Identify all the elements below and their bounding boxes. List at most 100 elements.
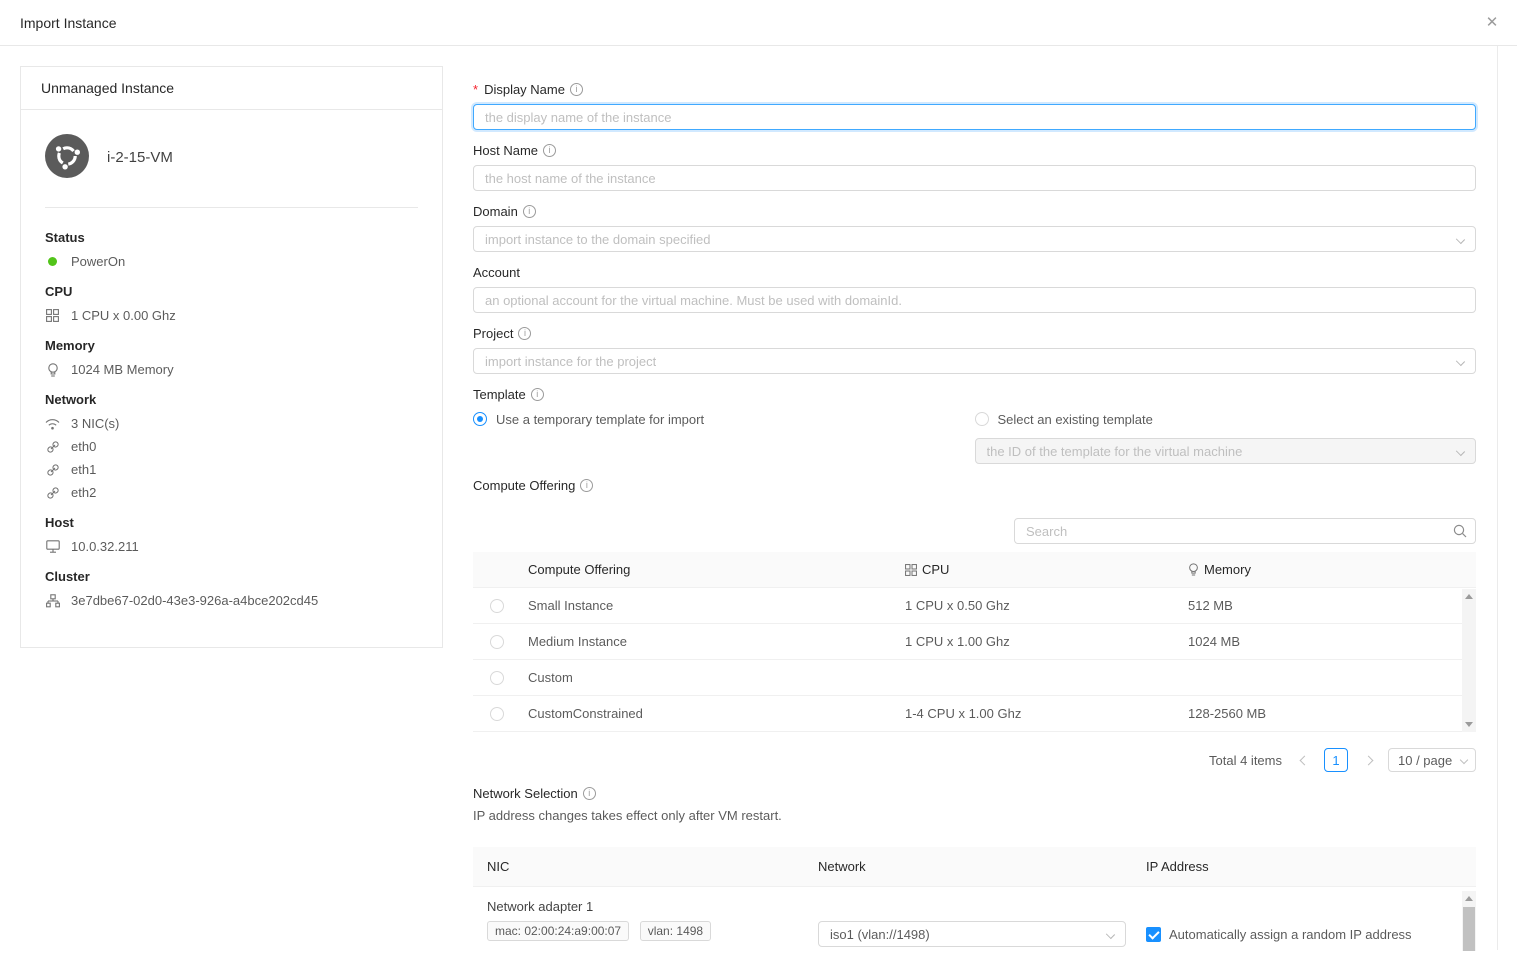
table-scrollbar[interactable] <box>1462 589 1476 732</box>
scroll-up-icon[interactable] <box>1465 896 1473 901</box>
cpu-icon <box>45 309 60 322</box>
scroll-edge-divider <box>1497 46 1498 950</box>
table-row[interactable]: Custom <box>473 660 1476 696</box>
status-value: PowerOn <box>71 254 125 269</box>
page-size-select[interactable]: 10 / page <box>1388 748 1476 772</box>
host-value: 10.0.32.211 <box>71 539 139 554</box>
close-icon[interactable]: ✕ <box>1482 13 1502 33</box>
search-icon[interactable] <box>1453 524 1467 541</box>
info-icon <box>518 327 531 340</box>
table-row[interactable]: Medium Instance 1 CPU x 1.00 Ghz 1024 MB <box>473 624 1476 660</box>
table-row[interactable]: Small Instance 1 CPU x 0.50 Ghz 512 MB <box>473 588 1476 624</box>
nic-adapter-name: Network adapter 1 <box>487 899 804 914</box>
table-row: Network adapter 1 mac: 02:00:24:a9:00:07… <box>473 887 1476 959</box>
offering-memory: 512 MB <box>1188 598 1476 613</box>
domain-field: Domain import instance to the domain spe… <box>473 202 1476 252</box>
col-memory: Memory <box>1204 562 1251 577</box>
compute-offering-section: Compute Offering <box>473 476 1476 494</box>
domain-placeholder: import instance to the domain specified <box>485 232 710 247</box>
network-section: Network 3 NIC(s) eth0 eth1 <box>45 392 418 500</box>
host-section: Host 10.0.32.211 <box>45 515 418 554</box>
project-select[interactable]: import instance for the project <box>473 348 1476 374</box>
pagination: Total 4 items 1 10 / page <box>473 748 1476 772</box>
account-field: Account <box>473 263 1476 313</box>
link-icon <box>45 463 60 477</box>
page-size-value: 10 / page <box>1398 753 1452 768</box>
offering-cpu: 1 CPU x 0.50 Ghz <box>905 598 1188 613</box>
radio-checked-icon[interactable] <box>473 412 487 426</box>
host-label: Host <box>45 515 418 530</box>
project-field: Project import instance for the project <box>473 324 1476 374</box>
info-icon <box>523 205 536 218</box>
nic-network-select[interactable]: iso1 (vlan://1498) <box>818 921 1126 947</box>
scroll-down-icon[interactable] <box>1465 722 1473 727</box>
account-label: Account <box>473 265 520 280</box>
vm-name: i-2-15-VM <box>107 149 173 166</box>
display-name-label: Display Name <box>484 82 565 97</box>
account-input[interactable] <box>473 287 1476 313</box>
offering-radio[interactable] <box>490 707 504 721</box>
offering-memory: 128-2560 MB <box>1188 706 1476 721</box>
memory-section: Memory 1024 MB Memory <box>45 338 418 377</box>
display-name-field: * Display Name <box>473 80 1476 130</box>
host-name-input[interactable] <box>473 165 1476 191</box>
info-icon <box>570 83 583 96</box>
info-icon <box>543 144 556 157</box>
offering-radio[interactable] <box>490 599 504 613</box>
radio-unchecked-icon[interactable] <box>975 412 989 426</box>
network-selection-label: Network Selection <box>473 786 578 801</box>
table-header: NIC Network IP Address <box>473 847 1476 887</box>
compute-offering-label: Compute Offering <box>473 478 575 493</box>
scroll-thumb[interactable] <box>1463 907 1475 951</box>
import-form: * Display Name Host Name Domain import i… <box>473 80 1476 959</box>
auto-ip-checkbox[interactable] <box>1146 927 1161 942</box>
existing-template-radio-option[interactable]: Select an existing template <box>975 409 1477 429</box>
host-name-field: Host Name <box>473 141 1476 191</box>
network-label: Network <box>45 392 418 407</box>
offering-radio[interactable] <box>490 635 504 649</box>
search-input[interactable] <box>1014 518 1476 544</box>
ubuntu-os-icon <box>45 134 89 181</box>
chevron-down-icon <box>1106 930 1115 939</box>
table-row[interactable]: CustomConstrained 1-4 CPU x 1.00 Ghz 128… <box>473 696 1476 732</box>
existing-template-label: Select an existing template <box>998 412 1153 427</box>
status-dot-icon <box>45 257 60 266</box>
card-body: i-2-15-VM Status PowerOn CPU 1 CPU x 0.0… <box>21 110 442 647</box>
nic-name: eth1 <box>71 462 96 477</box>
cpu-label: CPU <box>45 284 418 299</box>
project-label: Project <box>473 326 513 341</box>
cpu-value: 1 CPU x 0.00 Ghz <box>71 308 176 323</box>
info-icon <box>583 787 596 800</box>
status-section: Status PowerOn <box>45 230 418 269</box>
nic-name: eth2 <box>71 485 96 500</box>
cluster-label: Cluster <box>45 569 418 584</box>
existing-template-select[interactable]: the ID of the template for the virtual m… <box>975 438 1477 464</box>
existing-template-placeholder: the ID of the template for the virtual m… <box>987 444 1243 459</box>
wifi-icon <box>45 418 60 430</box>
cpu-icon <box>905 564 917 576</box>
temporary-template-radio-option[interactable]: Use a temporary template for import <box>473 409 975 429</box>
chevron-down-icon <box>1456 447 1465 456</box>
network-selection-table: NIC Network IP Address Network adapter 1… <box>473 847 1476 959</box>
scroll-up-icon[interactable] <box>1465 594 1473 599</box>
cluster-icon <box>45 594 60 608</box>
network-selection-note: IP address changes takes effect only aft… <box>473 808 1476 823</box>
table-body: Network adapter 1 mac: 02:00:24:a9:00:07… <box>473 887 1476 959</box>
offering-cpu: 1 CPU x 1.00 Ghz <box>905 634 1188 649</box>
table-scrollbar[interactable] <box>1462 891 1476 951</box>
col-network: Network <box>818 859 1146 874</box>
info-icon <box>580 479 593 492</box>
chevron-down-icon <box>1456 235 1465 244</box>
display-name-input[interactable] <box>473 104 1476 130</box>
next-page-icon[interactable] <box>1356 748 1380 772</box>
offering-radio[interactable] <box>490 671 504 685</box>
desktop-icon <box>45 540 60 553</box>
domain-label: Domain <box>473 204 518 219</box>
cluster-value: 3e7dbe67-02d0-43e3-926a-a4bce202cd45 <box>71 593 318 608</box>
domain-select[interactable]: import instance to the domain specified <box>473 226 1476 252</box>
page-1-button[interactable]: 1 <box>1324 748 1348 772</box>
prev-page-icon[interactable] <box>1292 748 1316 772</box>
host-name-label: Host Name <box>473 143 538 158</box>
template-option-existing: Select an existing template the ID of th… <box>975 409 1477 464</box>
nic-network-value: iso1 (vlan://1498) <box>830 927 930 942</box>
